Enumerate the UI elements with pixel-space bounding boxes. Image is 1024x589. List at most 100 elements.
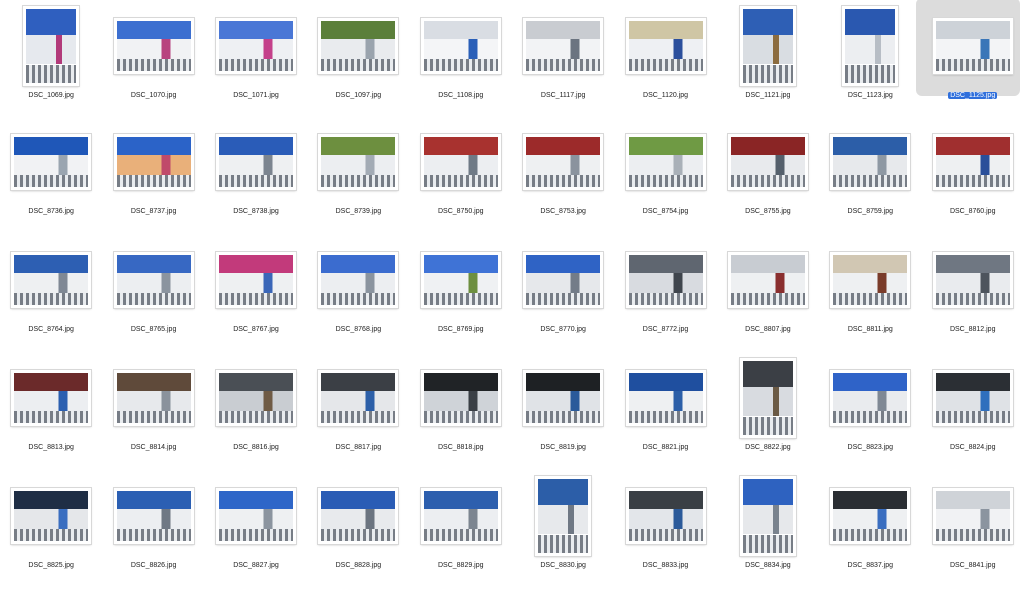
file-item[interactable]: DSC_8833.jpg bbox=[614, 470, 716, 589]
file-item[interactable]: DSC_8770.jpg bbox=[512, 234, 614, 352]
photo-thumbnail[interactable] bbox=[113, 370, 194, 426]
file-item[interactable]: DSC_8826.jpg bbox=[102, 470, 204, 589]
photo-thumbnail[interactable] bbox=[113, 252, 194, 308]
file-item[interactable]: DSC_8769.jpg bbox=[410, 234, 512, 352]
file-item[interactable]: DSC_8812.jpg bbox=[922, 234, 1024, 352]
photo-thumbnail[interactable] bbox=[932, 134, 1013, 190]
file-item[interactable]: DSC_8830.jpg bbox=[512, 470, 614, 589]
file-item[interactable]: DSC_8759.jpg bbox=[819, 116, 921, 234]
file-item[interactable]: DSC_1071.jpg bbox=[205, 0, 307, 116]
file-item[interactable]: DSC_1121.jpg bbox=[717, 0, 819, 116]
photo-thumbnail[interactable] bbox=[830, 488, 911, 544]
file-item[interactable]: DSC_1070.jpg bbox=[102, 0, 204, 116]
photo-thumbnail[interactable] bbox=[523, 252, 604, 308]
photo-thumbnail[interactable] bbox=[739, 6, 796, 86]
file-item[interactable]: DSC_8768.jpg bbox=[307, 234, 409, 352]
file-item[interactable]: DSC_8837.jpg bbox=[819, 470, 921, 589]
file-item[interactable]: DSC_8841.jpg bbox=[922, 470, 1024, 589]
file-item[interactable]: DSC_8738.jpg bbox=[205, 116, 307, 234]
file-item[interactable]: DSC_8818.jpg bbox=[410, 352, 512, 470]
photo-thumbnail[interactable] bbox=[11, 134, 92, 190]
photo-thumbnail[interactable] bbox=[625, 18, 706, 74]
file-item[interactable]: DSC_8817.jpg bbox=[307, 352, 409, 470]
file-item[interactable]: DSC_8765.jpg bbox=[102, 234, 204, 352]
file-item[interactable]: DSC_8737.jpg bbox=[102, 116, 204, 234]
photo-thumbnail[interactable] bbox=[830, 370, 911, 426]
photo-thumbnail[interactable] bbox=[11, 252, 92, 308]
photo-thumbnail[interactable] bbox=[842, 6, 899, 86]
file-item[interactable]: DSC_1120.jpg bbox=[614, 0, 716, 116]
photo-thumbnail[interactable] bbox=[215, 134, 296, 190]
file-item[interactable]: DSC_8824.jpg bbox=[922, 352, 1024, 470]
photo-thumbnail[interactable] bbox=[625, 252, 706, 308]
photo-thumbnail[interactable] bbox=[420, 488, 501, 544]
file-item[interactable]: DSC_8754.jpg bbox=[614, 116, 716, 234]
photo-thumbnail[interactable] bbox=[932, 252, 1013, 308]
photo-thumbnail[interactable] bbox=[535, 476, 592, 556]
file-item[interactable]: DSC_8739.jpg bbox=[307, 116, 409, 234]
file-item[interactable]: DSC_8825.jpg bbox=[0, 470, 102, 589]
photo-thumbnail[interactable] bbox=[113, 134, 194, 190]
photo-thumbnail[interactable] bbox=[318, 488, 399, 544]
photo-thumbnail[interactable] bbox=[739, 476, 796, 556]
file-item[interactable]: DSC_8834.jpg bbox=[717, 470, 819, 589]
file-item[interactable]: DSC_8753.jpg bbox=[512, 116, 614, 234]
photo-thumbnail[interactable] bbox=[113, 488, 194, 544]
photo-thumbnail[interactable] bbox=[739, 358, 796, 438]
file-item[interactable]: DSC_8755.jpg bbox=[717, 116, 819, 234]
file-item[interactable]: DSC_8819.jpg bbox=[512, 352, 614, 470]
photo-thumbnail[interactable] bbox=[318, 134, 399, 190]
photo-thumbnail[interactable] bbox=[420, 370, 501, 426]
photo-thumbnail[interactable] bbox=[215, 370, 296, 426]
photo-thumbnail[interactable] bbox=[830, 252, 911, 308]
file-item[interactable]: DSC_8750.jpg bbox=[410, 116, 512, 234]
photo-thumbnail[interactable] bbox=[727, 134, 808, 190]
file-item[interactable]: DSC_1117.jpg bbox=[512, 0, 614, 116]
file-item[interactable]: DSC_8822.jpg bbox=[717, 352, 819, 470]
file-item[interactable]: DSC_8828.jpg bbox=[307, 470, 409, 589]
photo-thumbnail[interactable] bbox=[23, 6, 80, 86]
file-item[interactable]: DSC_1125.jpg bbox=[915, 0, 1024, 116]
file-item[interactable]: DSC_1108.jpg bbox=[410, 0, 512, 116]
photo-thumbnail[interactable] bbox=[830, 134, 911, 190]
photo-thumbnail[interactable] bbox=[932, 370, 1013, 426]
photo-thumbnail[interactable] bbox=[625, 488, 706, 544]
photo-thumbnail[interactable] bbox=[932, 488, 1013, 544]
file-item[interactable]: DSC_8816.jpg bbox=[205, 352, 307, 470]
photo-thumbnail[interactable] bbox=[215, 252, 296, 308]
file-item[interactable]: DSC_8767.jpg bbox=[205, 234, 307, 352]
photo-thumbnail[interactable] bbox=[523, 18, 604, 74]
file-item[interactable]: DSC_8811.jpg bbox=[819, 234, 921, 352]
file-item[interactable]: DSC_8772.jpg bbox=[614, 234, 716, 352]
file-item[interactable]: DSC_8814.jpg bbox=[102, 352, 204, 470]
photo-thumbnail[interactable] bbox=[420, 18, 501, 74]
photo-thumbnail[interactable] bbox=[625, 370, 706, 426]
file-item[interactable]: DSC_1097.jpg bbox=[307, 0, 409, 116]
photo-thumbnail[interactable] bbox=[625, 134, 706, 190]
file-item[interactable]: DSC_8829.jpg bbox=[410, 470, 512, 589]
photo-thumbnail[interactable] bbox=[318, 370, 399, 426]
file-item[interactable]: DSC_8827.jpg bbox=[205, 470, 307, 589]
file-item[interactable]: DSC_8823.jpg bbox=[819, 352, 921, 470]
photo-thumbnail[interactable] bbox=[420, 252, 501, 308]
photo-thumbnail[interactable] bbox=[318, 18, 399, 74]
photo-thumbnail[interactable] bbox=[523, 370, 604, 426]
file-item[interactable]: DSC_1069.jpg bbox=[0, 0, 102, 116]
file-item[interactable]: DSC_1123.jpg bbox=[819, 0, 921, 116]
file-item[interactable]: DSC_8736.jpg bbox=[0, 116, 102, 234]
photo-thumbnail[interactable] bbox=[215, 18, 296, 74]
photo-thumbnail[interactable] bbox=[523, 134, 604, 190]
photo-thumbnail[interactable] bbox=[11, 370, 92, 426]
file-item[interactable]: DSC_8807.jpg bbox=[717, 234, 819, 352]
photo-thumbnail[interactable] bbox=[932, 18, 1013, 74]
photo-thumbnail[interactable] bbox=[113, 18, 194, 74]
photo-thumbnail[interactable] bbox=[215, 488, 296, 544]
file-item[interactable]: DSC_8760.jpg bbox=[922, 116, 1024, 234]
photo-thumbnail[interactable] bbox=[420, 134, 501, 190]
photo-thumbnail[interactable] bbox=[727, 252, 808, 308]
file-item[interactable]: DSC_8821.jpg bbox=[614, 352, 716, 470]
file-item[interactable]: DSC_8764.jpg bbox=[0, 234, 102, 352]
file-item[interactable]: DSC_8813.jpg bbox=[0, 352, 102, 470]
photo-thumbnail[interactable] bbox=[11, 488, 92, 544]
photo-thumbnail[interactable] bbox=[318, 252, 399, 308]
